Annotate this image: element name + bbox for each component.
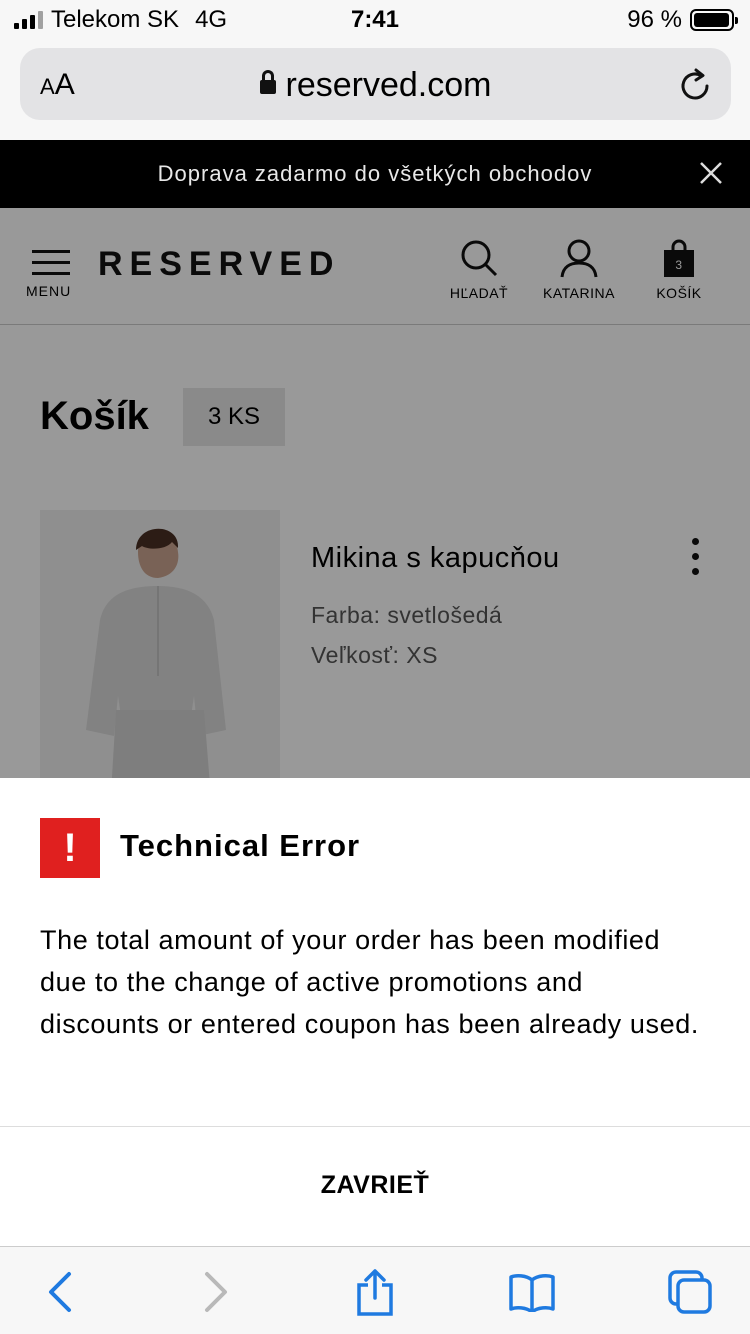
status-bar: Telekom SK 4G 7:41 96 % bbox=[0, 0, 750, 40]
promo-text: Doprava zadarmo do všetkých obchodov bbox=[157, 161, 593, 186]
share-button[interactable] bbox=[345, 1267, 405, 1317]
forward-button[interactable] bbox=[186, 1267, 246, 1317]
promo-banner: Doprava zadarmo do všetkých obchodov bbox=[0, 140, 750, 208]
chevron-right-icon bbox=[205, 1272, 227, 1312]
back-button[interactable] bbox=[30, 1267, 90, 1317]
browser-chrome: AA reserved.com bbox=[0, 40, 750, 140]
reload-icon[interactable] bbox=[679, 66, 713, 102]
error-title: Technical Error bbox=[120, 828, 361, 863]
address-bar[interactable]: AA reserved.com bbox=[20, 48, 731, 120]
bookmarks-button[interactable] bbox=[502, 1267, 562, 1317]
chevron-left-icon bbox=[49, 1272, 71, 1312]
error-message: The total amount of your order has been … bbox=[40, 925, 699, 1039]
share-icon bbox=[357, 1269, 393, 1316]
book-icon bbox=[509, 1274, 555, 1312]
url-display[interactable]: reserved.com bbox=[20, 66, 731, 105]
browser-toolbar bbox=[0, 1246, 750, 1334]
tabs-button[interactable] bbox=[660, 1267, 720, 1317]
modal-backdrop[interactable] bbox=[0, 208, 750, 778]
url-text: reserved.com bbox=[285, 66, 492, 104]
battery-icon bbox=[690, 9, 738, 31]
lock-icon bbox=[259, 69, 276, 98]
battery-percent: 96 % bbox=[627, 6, 682, 33]
error-modal: ! Technical Error The total amount of yo… bbox=[0, 778, 750, 1246]
close-button[interactable]: ZAVRIEŤ bbox=[0, 1127, 750, 1246]
tabs-icon bbox=[668, 1270, 712, 1314]
error-icon: ! bbox=[40, 818, 100, 878]
status-right: 96 % bbox=[627, 6, 738, 34]
close-icon[interactable] bbox=[698, 160, 724, 186]
